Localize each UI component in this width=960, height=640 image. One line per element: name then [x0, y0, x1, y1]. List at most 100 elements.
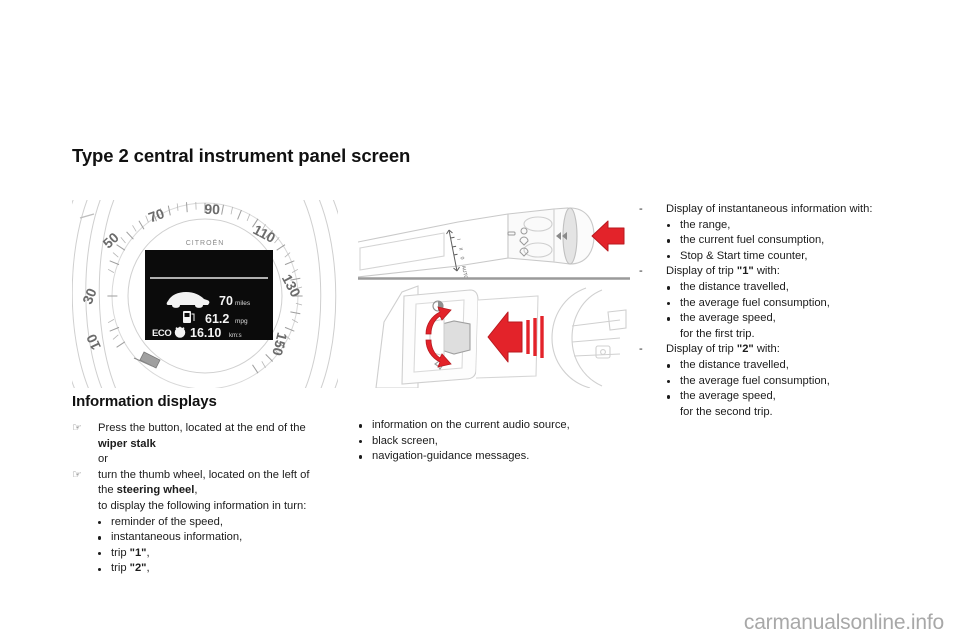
dial-tick-90: 90: [204, 201, 220, 218]
bullet-dot-icon: [667, 395, 671, 399]
group-header: - Display of instantaneous information w…: [638, 202, 928, 218]
dial-tick-50: 50: [100, 229, 122, 251]
press-button-arrow: [591, 220, 625, 252]
list-item-label: black screen,: [372, 434, 438, 447]
pointing-hand-icon: ☞: [72, 468, 82, 481]
dash-marker: -: [639, 265, 643, 278]
list-item: black screen,: [358, 434, 630, 450]
step-press-button-line2: wiper stalk: [98, 437, 156, 450]
left-column-body: ☞ Press the button, located at the end o…: [72, 421, 344, 577]
list-item-label: the average fuel consumption,: [680, 374, 830, 387]
list-item-label: instantaneous information,: [111, 531, 243, 544]
dial-tick-110: 110: [251, 221, 279, 246]
list-item: trip "1",: [72, 546, 344, 562]
site-watermark: carmanualsonline.info: [743, 611, 944, 634]
lcd-range-unit: miles: [235, 300, 251, 307]
step-thumb-wheel-line2: the steering wheel,: [72, 483, 344, 499]
list-item: the distance travelled,: [638, 358, 928, 374]
list-item: information on the current audio source,: [358, 418, 630, 434]
dial-tick-10: 10: [83, 331, 104, 352]
bullet-dot-icon: [667, 223, 671, 228]
list-item-label: the distance travelled,: [680, 358, 789, 371]
bullet-dot-icon: [667, 286, 671, 290]
list-item: instantaneous information,: [72, 530, 344, 546]
lcd-screen: 70 miles 61.2 mpg ECO 16.10 km:s: [145, 250, 273, 340]
group-header: - Display of trip "1" with:: [638, 264, 928, 280]
group-header-emphasis: "1": [736, 265, 754, 278]
bullet-dot-icon: [667, 379, 671, 384]
controls-figure: I II 0 AUTO: [358, 200, 630, 388]
list-item: navigation-guidance messages.: [358, 449, 630, 465]
group-header-label: Display of trip: [666, 265, 737, 278]
list-item: the average fuel consumption,: [638, 374, 928, 390]
list-item-label: trip: [111, 546, 130, 559]
speedometer-needle: [133, 351, 161, 369]
instrument-cluster-figure: 30 50 70 90 110 130 150 10 CITROËN 70 mi…: [72, 200, 338, 388]
dial-tick-30: 30: [79, 286, 100, 307]
list-item-label: information on the current audio source,: [372, 419, 570, 431]
middle-column-body: information on the current audio source,…: [358, 418, 630, 465]
right-column-body: - Display of instantaneous information w…: [638, 202, 928, 420]
step-thumb-wheel-line3: to display the following information in …: [98, 499, 307, 512]
wiper-stalk-drawing: [358, 207, 595, 278]
bullet-dot-icon: [359, 424, 363, 428]
bullet-dot-icon: [98, 536, 102, 540]
bullet-dot-icon: [98, 520, 102, 525]
right-column-list: - Display of instantaneous information w…: [638, 202, 928, 420]
pointing-hand-icon: ☞: [72, 422, 82, 434]
dial-tick-70: 70: [146, 205, 166, 225]
list-item: the average speed,: [638, 389, 928, 405]
list-item-emphasis: "2": [129, 562, 147, 575]
lcd-timer-unit: km:s: [229, 333, 242, 339]
list-item-label: the distance travelled,: [680, 280, 789, 293]
step-press-button-line3: or: [98, 453, 108, 466]
list-item-label: the current fuel consumption,: [680, 234, 825, 247]
text-suffix: ,: [194, 484, 198, 497]
list-item: the current fuel consumption,: [638, 233, 928, 249]
list-item-label: the average fuel consumption,: [680, 296, 830, 309]
group-header-suffix: with:: [753, 343, 780, 356]
list-item-label: trip: [111, 562, 130, 575]
group-tail: for the first trip.: [680, 327, 755, 340]
lcd-eco-label: ECO: [152, 328, 171, 339]
manual-page: Type 2 central instrument panel screen 3…: [0, 0, 960, 640]
group-header-label: Display of trip: [666, 343, 737, 356]
page-title: Type 2 central instrument panel screen: [72, 145, 411, 166]
list-item: the average speed,: [638, 311, 928, 327]
dash-marker: -: [639, 203, 643, 215]
bullet-dot-icon: [98, 551, 102, 556]
bullet-dot-icon: [359, 455, 363, 459]
bullet-dot-icon: [98, 567, 102, 571]
text-bold: steering wheel: [116, 484, 195, 497]
group-header-label: Display of instantaneous information wit…: [666, 203, 873, 215]
bullet-dot-icon: [667, 239, 671, 243]
list-item-label: navigation-guidance messages.: [372, 450, 530, 463]
text-prefix: the: [98, 484, 117, 497]
steering-wheel-drawing: [551, 287, 627, 388]
stopwatch-icon: [174, 326, 186, 338]
lcd-timer-value: 16.10: [190, 326, 221, 340]
information-displays-section: Information displays ☞ Press the button,…: [72, 393, 344, 577]
group-tail: for the second trip.: [680, 405, 773, 418]
middle-column-list: information on the current audio source,…: [358, 418, 630, 465]
list-item: reminder of the speed,: [72, 515, 344, 531]
list-item-label: reminder of the speed,: [111, 515, 223, 528]
instrument-cluster-illustration: 30 50 70 90 110 130 150 10 CITROËN 70 mi…: [72, 200, 338, 388]
list-item-label: the average speed,: [680, 390, 776, 403]
lcd-consumption-unit: mpg: [235, 318, 248, 325]
list-item-label: the range,: [680, 218, 731, 231]
list-item-suffix: ,: [146, 546, 150, 559]
list-item: the distance travelled,: [638, 280, 928, 296]
thumb-wheel: [429, 318, 471, 357]
lcd-consumption-value: 61.2: [205, 312, 229, 326]
citroen-brand-mark: CITROËN: [186, 239, 225, 247]
dash-marker: -: [639, 343, 643, 356]
step-press-button: ☞ Press the button, located at the end o…: [72, 421, 344, 437]
bullet-dot-icon: [667, 301, 671, 306]
group-header: - Display of trip "2" with:: [638, 342, 928, 358]
bullet-dot-icon: [667, 364, 671, 368]
list-item: the range,: [638, 218, 928, 234]
section-heading-information-displays: Information displays: [72, 393, 217, 410]
step-thumb-wheel: ☞ turn the thumb wheel, located on the l…: [72, 468, 344, 484]
lcd-range-value: 70: [219, 294, 233, 308]
